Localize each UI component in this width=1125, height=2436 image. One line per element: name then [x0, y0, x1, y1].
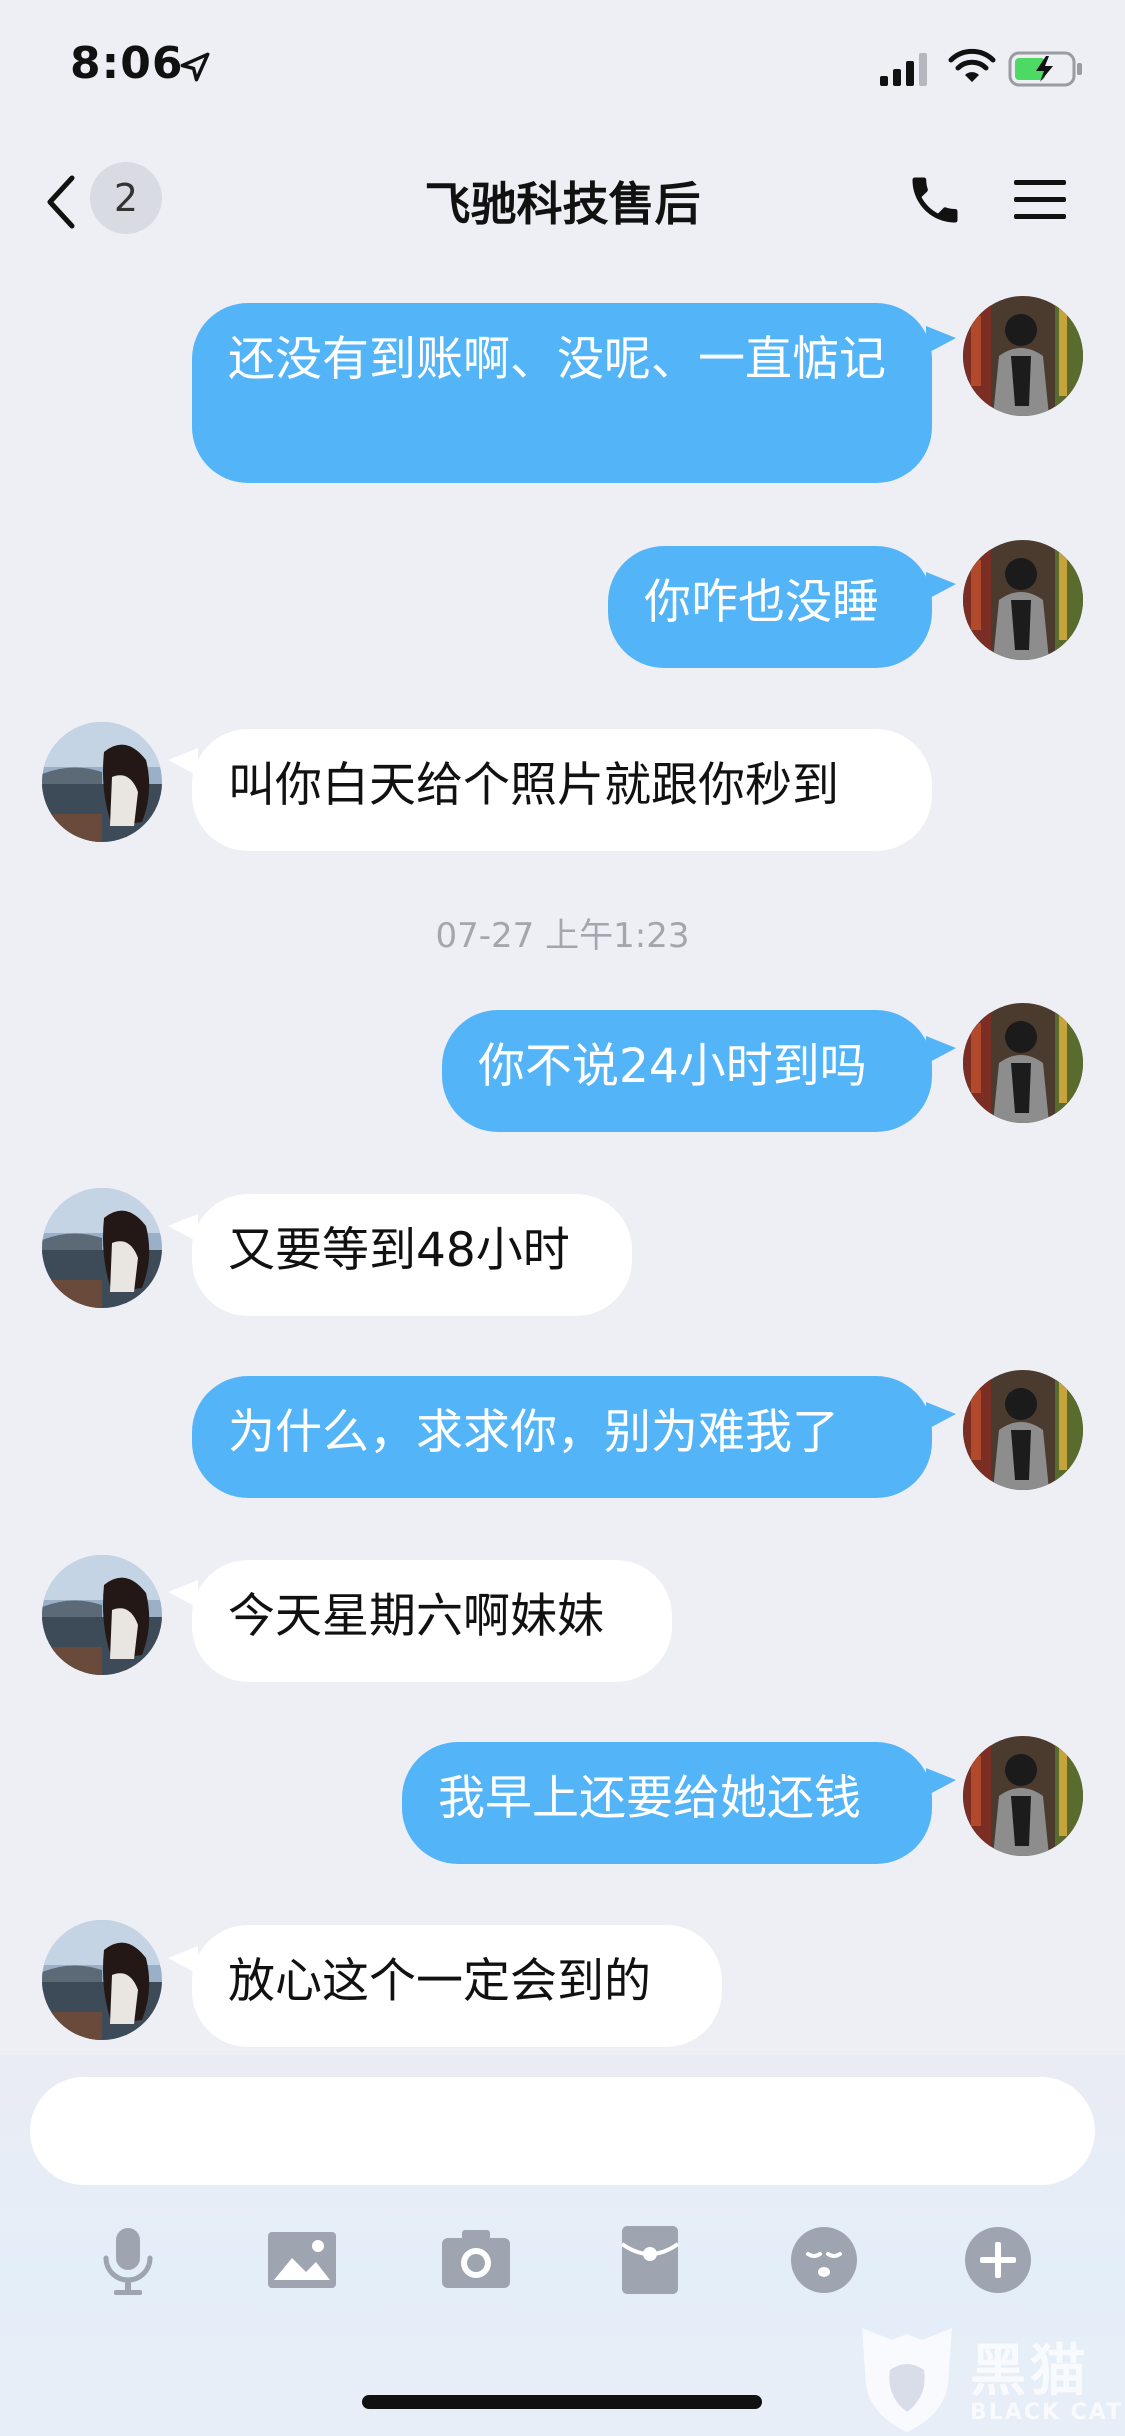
menu-icon[interactable] — [1012, 172, 1068, 228]
message-bubble-incoming[interactable]: 又要等到48小时 — [192, 1194, 632, 1316]
bubble-tail — [926, 1402, 956, 1430]
message-bubble-outgoing[interactable]: 为什么，求求你，别为难我了 — [192, 1376, 932, 1498]
image-icon[interactable] — [262, 2220, 342, 2300]
avatar-contact[interactable] — [42, 1188, 162, 1308]
location-arrow-icon — [180, 52, 210, 82]
camera-icon[interactable] — [436, 2220, 516, 2300]
wifi-icon — [948, 48, 996, 82]
bubble-tail — [926, 1036, 956, 1064]
message-bubble-incoming[interactable]: 叫你白天给个照片就跟你秒到 — [192, 729, 932, 851]
avatar-self[interactable] — [963, 296, 1083, 416]
message-bubble-incoming[interactable]: 今天星期六啊妹妹 — [192, 1560, 672, 1682]
avatar-contact[interactable] — [42, 1920, 162, 2040]
avatar-self[interactable] — [963, 1003, 1083, 1123]
bubble-tail — [926, 1768, 956, 1796]
avatar-self[interactable] — [963, 1370, 1083, 1490]
avatar-contact[interactable] — [42, 722, 162, 842]
unread-count-badge[interactable]: 2 — [90, 162, 162, 234]
phone-call-icon[interactable] — [905, 170, 965, 230]
watermark-brand-en: BLACK CAT — [970, 2400, 1124, 2425]
message-bubble-outgoing[interactable]: 我早上还要给她还钱 — [402, 1742, 932, 1864]
home-indicator[interactable] — [362, 2395, 762, 2409]
chat-title: 飞驰科技售后 — [424, 177, 701, 231]
microphone-icon[interactable] — [88, 2220, 168, 2300]
cellular-signal-icon — [880, 53, 927, 86]
plus-icon[interactable] — [958, 2220, 1038, 2300]
emoji-icon[interactable] — [784, 2220, 864, 2300]
avatar-self[interactable] — [963, 540, 1083, 660]
message-timestamp: 07-27 上午1:23 — [435, 916, 690, 956]
message-input[interactable] — [30, 2077, 1095, 2185]
avatar-contact[interactable] — [42, 1555, 162, 1675]
avatar-self[interactable] — [963, 1736, 1083, 1856]
bubble-tail — [926, 572, 956, 600]
message-bubble-outgoing[interactable]: 你不说24小时到吗 — [442, 1010, 932, 1132]
cat-shield-icon — [862, 2328, 952, 2432]
message-bubble-incoming[interactable]: 放心这个一定会到的 — [192, 1925, 722, 2047]
status-bar: 8:06 — [0, 0, 1125, 140]
status-time: 8:06 — [70, 38, 184, 89]
watermark-brand: 黑猫 — [970, 2339, 1090, 2404]
message-bubble-outgoing[interactable]: 还没有到账啊、没呢、一直惦记 — [192, 303, 932, 483]
chat-header: 2 飞驰科技售后 — [0, 140, 1125, 265]
battery-charging-icon — [1008, 51, 1082, 87]
bubble-tail — [926, 326, 956, 354]
back-chevron-icon[interactable] — [42, 170, 82, 234]
red-packet-icon[interactable] — [610, 2220, 690, 2300]
watermark-logo: 黑猫 BLACK CAT — [852, 2320, 1125, 2436]
message-bubble-outgoing[interactable]: 你咋也没睡 — [608, 546, 932, 668]
